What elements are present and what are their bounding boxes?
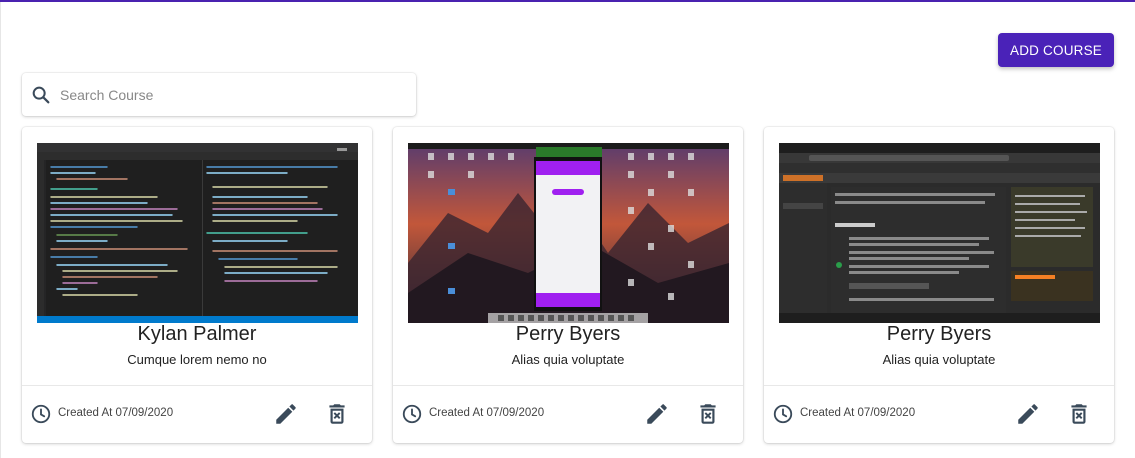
course-thumbnail[interactable] (408, 143, 729, 323)
edit-icon[interactable] (273, 401, 299, 427)
add-course-button[interactable]: ADD COURSE (998, 33, 1114, 67)
course-card: Perry Byers Alias quia voluptate Created… (764, 127, 1114, 443)
code-editor-thumbnail (37, 143, 358, 323)
card-footer: Created At 07/09/2020 (393, 386, 743, 443)
desktop-thumbnail (408, 143, 729, 323)
delete-icon[interactable] (695, 401, 721, 427)
search-box[interactable] (22, 73, 416, 116)
course-description: Alias quia voluptate (511, 352, 625, 367)
card-footer: Created At 07/09/2020 (764, 386, 1114, 443)
course-thumbnail[interactable] (779, 143, 1100, 323)
search-icon (32, 86, 50, 103)
created-date: Created At 07/09/2020 (800, 407, 916, 419)
clock-icon (402, 404, 422, 424)
course-description: Alias quia voluptate (882, 352, 996, 367)
edit-icon[interactable] (1015, 401, 1041, 427)
course-title: Perry Byers (886, 323, 992, 345)
edit-icon[interactable] (644, 401, 670, 427)
card-footer: Created At 07/09/2020 (22, 386, 372, 443)
created-date: Created At 07/09/2020 (429, 407, 545, 419)
left-border (0, 2, 1, 458)
delete-icon[interactable] (1066, 401, 1092, 427)
browser-thumbnail (779, 143, 1100, 323)
course-title: Kylan Palmer (137, 323, 257, 345)
course-card: Perry Byers Alias quia voluptate Created… (393, 127, 743, 443)
course-thumbnail[interactable] (37, 143, 358, 323)
delete-icon[interactable] (324, 401, 350, 427)
course-title: Perry Byers (515, 323, 621, 345)
course-description: Cumque lorem nemo no (127, 352, 267, 367)
search-input[interactable] (60, 86, 380, 103)
clock-icon (31, 404, 51, 424)
clock-icon (773, 404, 793, 424)
top-accent-bar (0, 0, 1135, 2)
created-date: Created At 07/09/2020 (58, 407, 174, 419)
course-card: Kylan Palmer Cumque lorem nemo no Create… (22, 127, 372, 443)
